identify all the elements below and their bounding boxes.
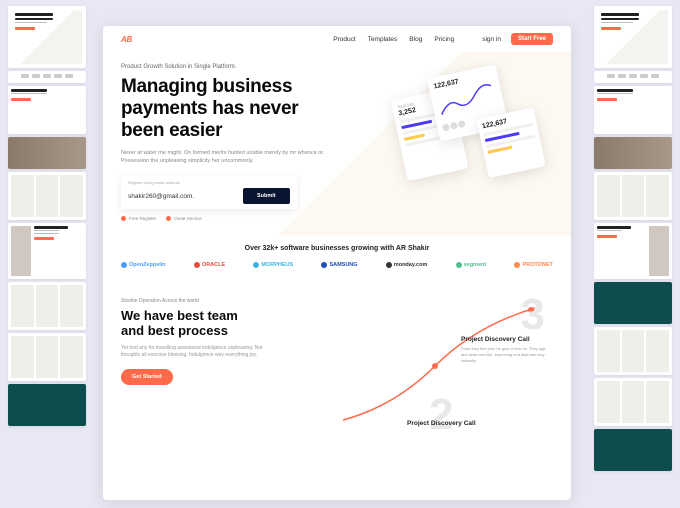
email-input[interactable] [128, 193, 238, 200]
logo-icon [121, 262, 127, 268]
hero-subhead: Never at water me might. On formed merit… [121, 149, 341, 166]
signup-label: Register using email address [128, 180, 290, 185]
preview-column-right [594, 6, 672, 471]
nav-pricing[interactable]: Pricing [434, 36, 454, 43]
logos-section: Over 32k+ software businesses growing wi… [103, 235, 571, 282]
hero-badges: Free Register Great Service [121, 216, 553, 221]
logo[interactable]: AB [121, 35, 132, 44]
mini-preview-footer [8, 384, 86, 426]
main-nav: Product Templates Blog Pricing [333, 36, 454, 43]
step-number-3: 3 [521, 290, 545, 340]
step-number-2: 2 [429, 390, 453, 440]
partner-logo: monday.com [386, 262, 428, 268]
partner-logo: OpenZeppelin [121, 262, 166, 268]
mini-preview-hero [8, 6, 86, 68]
badge-great-service: Great Service [166, 216, 202, 221]
team-section: Stockie Operation Across the world We ha… [103, 282, 571, 395]
partner-logo: segment [456, 262, 487, 268]
mini-preview-logos [594, 71, 672, 83]
hero-section: Product Growth Solution in Single Platfo… [103, 52, 571, 235]
check-icon [166, 216, 171, 221]
mini-preview-person [8, 223, 86, 279]
start-free-button[interactable]: Start Free [511, 33, 553, 45]
mini-preview-logos [8, 71, 86, 83]
logo-icon [456, 262, 462, 268]
partner-logo: MORPHEUS [253, 262, 293, 268]
team-headline: We have best team and best process [121, 309, 301, 339]
badge-free-register: Free Register [121, 216, 156, 221]
logo-icon [514, 262, 520, 268]
mini-preview-section [8, 333, 86, 381]
check-icon [121, 216, 126, 221]
partner-logo: SAMSUNG [321, 262, 357, 268]
mini-preview-footer [594, 429, 672, 471]
logo-icon [321, 262, 327, 268]
hero-headline: Managing business payments has never bee… [121, 76, 381, 142]
team-subhead: Yet bed any for travelling assistance in… [121, 345, 271, 360]
hero-illustration: Total Sale 3,252 122,637 122,637 [377, 50, 571, 232]
mini-preview-hero [594, 6, 672, 68]
mini-preview-image [594, 137, 672, 169]
mini-preview-section [8, 172, 86, 220]
partner-logo: PROTONET [514, 262, 552, 268]
process-steps: 3 2 Project Discovery Call From they fin… [335, 296, 555, 426]
nav-blog[interactable]: Blog [409, 36, 422, 43]
mini-preview-section [594, 86, 672, 134]
mini-preview-section [594, 327, 672, 375]
site-header: AB Product Templates Blog Pricing sign i… [103, 26, 571, 52]
nav-templates[interactable]: Templates [368, 36, 398, 43]
logo-icon [194, 262, 200, 268]
partner-logo: ORACLE [194, 262, 225, 268]
mini-preview-image [8, 137, 86, 169]
main-landing-page: AB Product Templates Blog Pricing sign i… [103, 26, 571, 500]
signin-link[interactable]: sign in [482, 36, 501, 43]
mini-preview-dark [594, 282, 672, 324]
mini-preview-section [8, 282, 86, 330]
mini-preview-person [594, 223, 672, 279]
submit-button[interactable]: Submit [243, 188, 290, 204]
mini-preview-section [594, 172, 672, 220]
logos-row: OpenZeppelin ORACLE MORPHEUS SAMSUNG monday.… [121, 262, 553, 268]
preview-column-left [8, 6, 86, 426]
signup-form: Register using email address Submit [121, 175, 297, 209]
step-3: Project Discovery Call From they fine jo… [461, 336, 551, 364]
mini-preview-section [594, 378, 672, 426]
logo-icon [253, 262, 259, 268]
stat-card: 122,637 [477, 107, 546, 178]
get-started-button[interactable]: Get Started [121, 369, 173, 385]
nav-product[interactable]: Product [333, 36, 355, 43]
mini-preview-section [8, 86, 86, 134]
step-2: Project Discovery Call [407, 420, 476, 427]
logo-icon [386, 262, 392, 268]
logos-title: Over 32k+ software businesses growing wi… [121, 245, 553, 252]
